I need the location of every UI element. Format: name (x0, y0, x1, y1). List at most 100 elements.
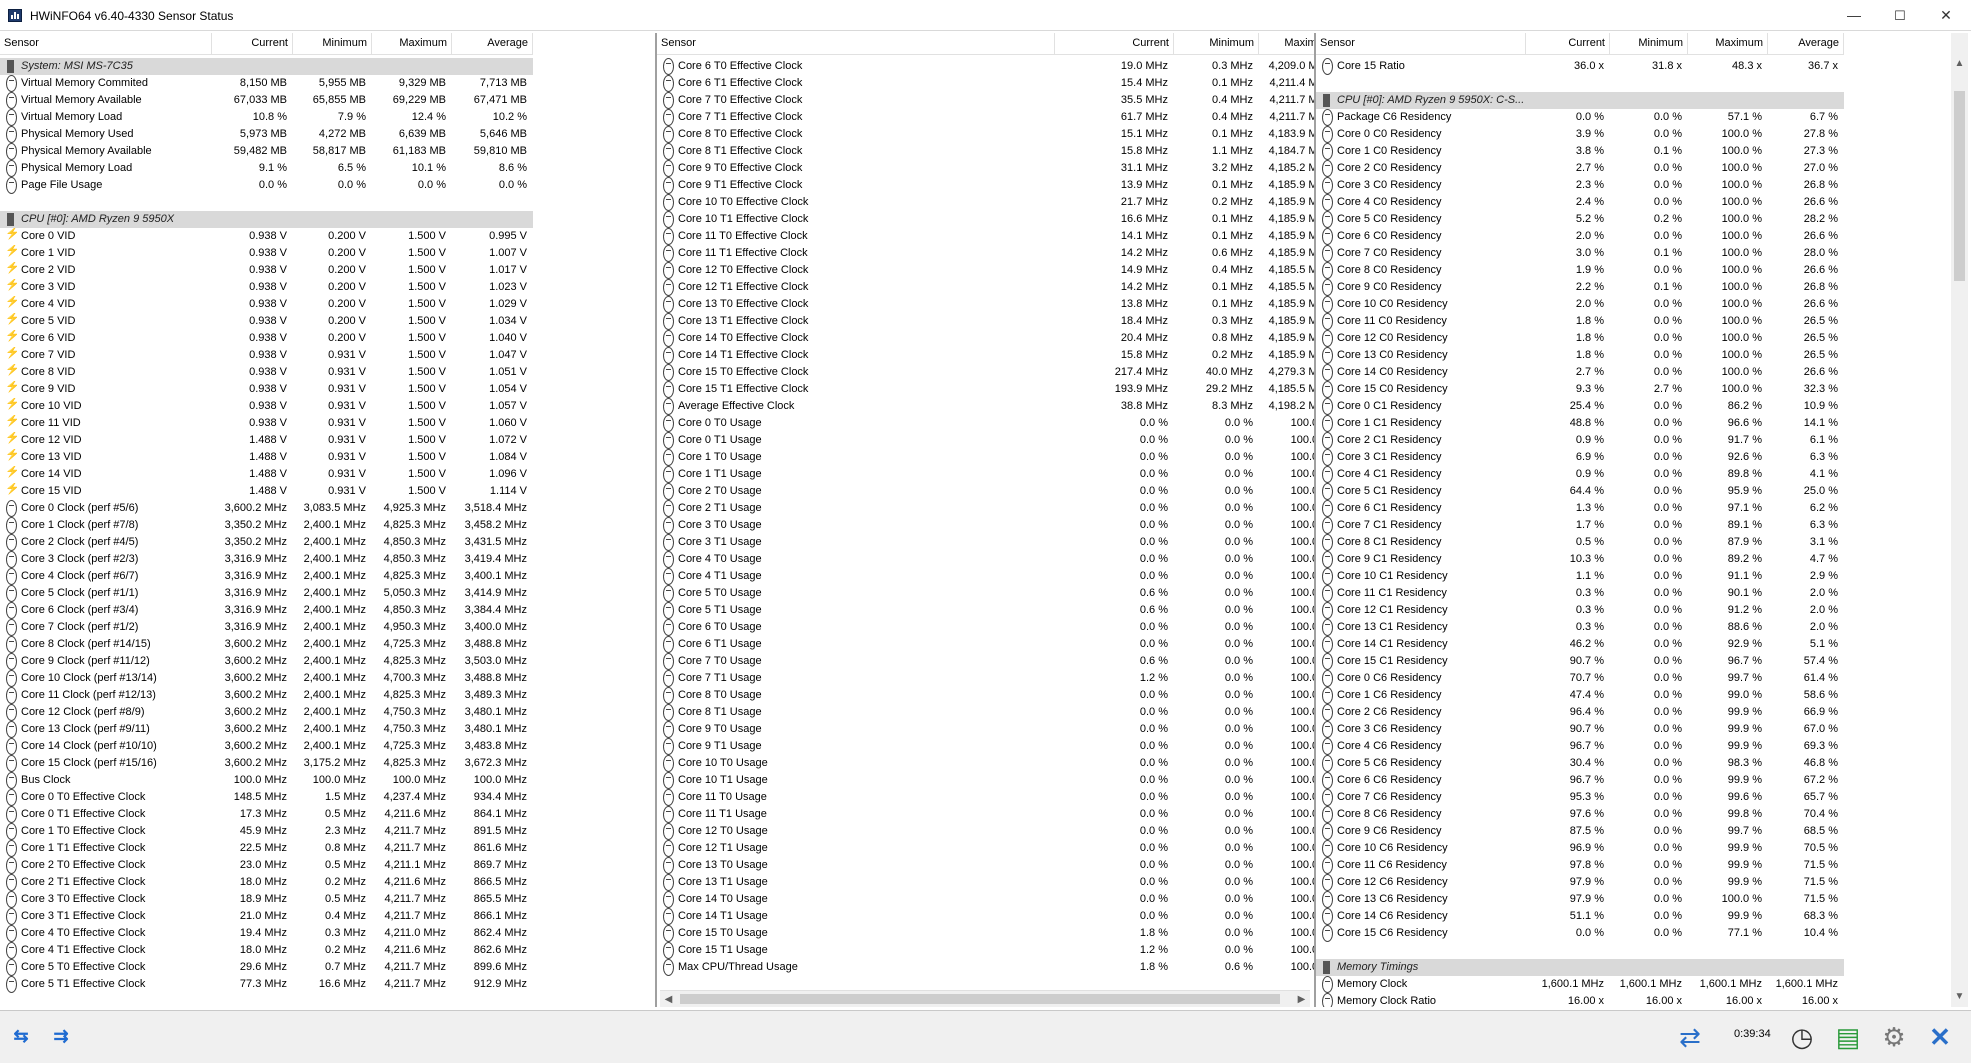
sensor-row[interactable]: Core 9 T1 Effective Clock 13.9 MHz 0.1 MHz… (657, 177, 1314, 194)
sensor-row[interactable]: Core 0 C6 Residency 70.7 % 0.0 % 99.7 % 61.4… (1316, 670, 1844, 687)
sensor-row[interactable]: Core 2 VID 0.938 V 0.200 V 1.500 V 1.017 V (0, 262, 533, 279)
sensor-row[interactable]: Core 4 C0 Residency 2.4 % 0.0 % 100.0 % 26.6… (1316, 194, 1844, 211)
sensor-row[interactable]: Core 11 C1 Residency 0.3 % 0.0 % 90.1 % 2.0 … (1316, 585, 1844, 602)
sensor-row[interactable]: Core 13 T1 Usage0.0 %0.0 %100.0 %25. (657, 874, 1314, 891)
sensor-row[interactable]: Core 5 T0 Effective Clock 29.6 MHz 0.7 MHz… (0, 959, 533, 976)
sensor-row[interactable]: Core 15 C0 Residency 9.3 % 2.7 % 100.0 % 32.… (1316, 381, 1844, 398)
column-header-current[interactable]: Current (212, 33, 293, 54)
sensor-row[interactable]: Physical Memory Used 5,973 MB 4,272 MB 6,63… (0, 126, 533, 143)
scrollbar-thumb[interactable] (1954, 91, 1965, 281)
navigate-left-icon[interactable]: ⇆ (4, 1022, 38, 1050)
sensor-row[interactable]: Core 15 T0 Effective Clock 217.4 MHz 40.0 … (657, 364, 1314, 381)
sensor-row[interactable]: Core 14 Clock (perf #10/10) 3,600.2 MHz 2,… (0, 738, 533, 755)
column-header-maximum[interactable]: Maximum (1688, 33, 1768, 54)
sensor-row[interactable]: Core 10 Clock (perf #13/14) 3,600.2 MHz 2,… (0, 670, 533, 687)
sensor-row[interactable]: Core 6 C1 Residency 1.3 % 0.0 % 97.1 % 6.2 % (1316, 500, 1844, 517)
sensor-row[interactable]: Max CPU/Thread Usage1.8 %0.6 %100.0 %29. (657, 959, 1314, 976)
scroll-right-arrow-icon[interactable]: ▶ (1293, 991, 1310, 1008)
sensor-row[interactable]: Core 12 Clock (perf #8/9) 3,600.2 MHz 2,40… (0, 704, 533, 721)
sensor-row[interactable]: Core 9 C1 Residency 10.3 % 0.0 % 89.2 % 4.7 … (1316, 551, 1844, 568)
sensor-row[interactable]: Core 6 T1 Usage0.0 %0.0 %100.0 %25. (657, 636, 1314, 653)
sensor-row[interactable]: Core 3 C0 Residency 2.3 % 0.0 % 100.0 % 26.8… (1316, 177, 1844, 194)
sensor-row[interactable]: Physical Memory Load 9.1 % 6.5 % 10.1 % 8.6 … (0, 160, 533, 177)
sensor-row[interactable]: Core 11 T1 Usage0.0 %0.0 %100.0 %25. (657, 806, 1314, 823)
sensor-row[interactable]: Core 5 T1 Effective Clock 77.3 MHz 16.6 MH… (0, 976, 533, 993)
sensor-row[interactable]: Core 15 T1 Effective Clock 193.9 MHz 29.2 … (657, 381, 1314, 398)
sensor-row[interactable]: Core 12 VID 1.488 V 0.931 V 1.500 V 1.072 V (0, 432, 533, 449)
sensor-group-header[interactable]: Memory Timings (1316, 959, 1844, 976)
sensor-row[interactable]: Core 6 Clock (perf #3/4) 3,316.9 MHz 2,400… (0, 602, 533, 619)
sensor-row[interactable]: Core 4 T0 Effective Clock 19.4 MHz 0.3 MHz… (0, 925, 533, 942)
sensor-row[interactable]: Core 2 C1 Residency 0.9 % 0.0 % 91.7 % 6.1 % (1316, 432, 1844, 449)
sensor-row[interactable]: Core 2 T1 Usage0.0 %0.0 %100.0 %25. (657, 500, 1314, 517)
sensor-row[interactable]: Core 4 C6 Residency 96.7 % 0.0 % 99.9 % 69.3… (1316, 738, 1844, 755)
sensor-row[interactable]: Core 15 C1 Residency 90.7 % 0.0 % 96.7 % 57.… (1316, 653, 1844, 670)
sensor-row[interactable]: Core 0 T0 Usage0.0 %0.0 %100.0 %26. (657, 415, 1314, 432)
sensor-row[interactable]: Core 10 C0 Residency 2.0 % 0.0 % 100.0 % 26.… (1316, 296, 1844, 313)
sensor-row[interactable]: Average Effective Clock 38.8 MHz 8.3 MHz 4,… (657, 398, 1314, 415)
sensor-row[interactable]: Core 13 C1 Residency 0.3 % 0.0 % 88.6 % 2.0 … (1316, 619, 1844, 636)
sensor-row[interactable]: Core 8 C6 Residency 97.6 % 0.0 % 99.8 % 70.4… (1316, 806, 1844, 823)
sensor-row[interactable]: Core 1 C0 Residency 3.8 % 0.1 % 100.0 % 27.3… (1316, 143, 1844, 160)
sensor-row[interactable]: Core 15 Clock (perf #15/16) 3,600.2 MHz 3,… (0, 755, 533, 772)
sensor-row[interactable]: Core 15 T0 Usage1.8 %0.0 %100.0 %27. (657, 925, 1314, 942)
sensor-row[interactable]: Core 11 VID 0.938 V 0.931 V 1.500 V 1.060 V (0, 415, 533, 432)
sensor-row[interactable]: Core 10 VID 0.938 V 0.931 V 1.500 V 1.057 V (0, 398, 533, 415)
sensor-row[interactable]: Core 3 C6 Residency 90.7 % 0.0 % 99.9 % 67.0… (1316, 721, 1844, 738)
sensor-row[interactable]: Core 7 C6 Residency 95.3 % 0.0 % 99.6 % 65.7… (1316, 789, 1844, 806)
sensor-row[interactable]: Core 11 T0 Usage0.0 %0.0 %100.0 %25. (657, 789, 1314, 806)
sensor-row[interactable]: Core 4 VID 0.938 V 0.200 V 1.500 V 1.029 V (0, 296, 533, 313)
sensor-row[interactable]: Core 7 T0 Usage0.6 %0.0 %100.0 %26. (657, 653, 1314, 670)
sensor-row[interactable]: Core 3 T0 Effective Clock 18.9 MHz 0.5 MHz… (0, 891, 533, 908)
sensor-row[interactable]: Core 0 C1 Residency 25.4 % 0.0 % 86.2 % 10.9… (1316, 398, 1844, 415)
sensor-row[interactable]: Core 12 C6 Residency 97.9 % 0.0 % 99.9 % 71.… (1316, 874, 1844, 891)
sensor-row[interactable]: Core 10 T1 Effective Clock 16.6 MHz 0.1 MH… (657, 211, 1314, 228)
column-header-average[interactable]: Average (452, 33, 533, 54)
sensor-row[interactable]: Core 12 T1 Usage0.0 %0.0 %100.0 %25. (657, 840, 1314, 857)
sensor-row[interactable]: Core 6 VID 0.938 V 0.200 V 1.500 V 1.040 V (0, 330, 533, 347)
sensor-row[interactable]: Core 9 T0 Usage0.0 %0.0 %100.0 %26. (657, 721, 1314, 738)
sensor-row[interactable]: Package C6 Residency 0.0 % 0.0 % 57.1 % 6.7 … (1316, 109, 1844, 126)
sensor-row[interactable]: Core 4 Clock (perf #6/7) 3,316.9 MHz 2,400… (0, 568, 533, 585)
sensor-row[interactable]: Core 13 T0 Effective Clock 13.8 MHz 0.1 MH… (657, 296, 1314, 313)
sensor-row[interactable]: Core 10 C6 Residency 96.9 % 0.0 % 99.9 % 70.… (1316, 840, 1844, 857)
column-header-sensor[interactable]: Sensor (657, 33, 1055, 54)
sensor-row[interactable]: Core 5 VID 0.938 V 0.200 V 1.500 V 1.034 V (0, 313, 533, 330)
sensor-row[interactable]: Core 5 C6 Residency 30.4 % 0.0 % 98.3 % 46.8… (1316, 755, 1844, 772)
sensor-row[interactable]: Core 1 T1 Usage0.0 %0.0 %100.0 %25. (657, 466, 1314, 483)
sensor-row[interactable]: Virtual Memory Available 67,033 MB 65,855 … (0, 92, 533, 109)
sensor-row[interactable]: Core 1 Clock (perf #7/8) 3,350.2 MHz 2,400… (0, 517, 533, 534)
sensor-row[interactable]: Core 12 C1 Residency 0.3 % 0.0 % 91.2 % 2.0 … (1316, 602, 1844, 619)
column-header-sensor[interactable]: Sensor (0, 33, 212, 54)
sensor-row[interactable]: Core 14 T1 Effective Clock 15.8 MHz 0.2 MH… (657, 347, 1314, 364)
sensor-row[interactable]: Core 8 VID 0.938 V 0.931 V 1.500 V 1.051 V (0, 364, 533, 381)
column-header-minimum[interactable]: Minimum (1174, 33, 1259, 54)
sensor-row[interactable]: Core 5 C0 Residency 5.2 % 0.2 % 100.0 % 28.2… (1316, 211, 1844, 228)
minimize-button[interactable]: — (1831, 0, 1877, 31)
sensor-row[interactable]: Core 3 VID 0.938 V 0.200 V 1.500 V 1.023 V (0, 279, 533, 296)
sensor-row[interactable]: Core 8 T0 Effective Clock 15.1 MHz 0.1 MHz… (657, 126, 1314, 143)
maximize-button[interactable]: ☐ (1877, 0, 1923, 31)
sensor-row[interactable]: Core 7 C1 Residency 1.7 % 0.0 % 89.1 % 6.3 % (1316, 517, 1844, 534)
sensor-row[interactable]: Core 4 T0 Usage0.0 %0.0 %100.0 %25. (657, 551, 1314, 568)
sensor-row[interactable]: Core 8 T1 Usage0.0 %0.0 %100.0 %25. (657, 704, 1314, 721)
sensor-row[interactable]: Core 2 T0 Usage0.0 %0.0 %100.0 %26. (657, 483, 1314, 500)
sensor-row[interactable]: Bus Clock 100.0 MHz 100.0 MHz 100.0 MHz 100.… (0, 772, 533, 789)
scroll-left-arrow-icon[interactable]: ◀ (660, 991, 677, 1008)
sensor-row[interactable]: Virtual Memory Load 10.8 % 7.9 % 12.4 % 10.2… (0, 109, 533, 126)
sensor-row[interactable]: Core 8 T0 Usage0.0 %0.0 %100.0 %25. (657, 687, 1314, 704)
sensor-row[interactable]: Core 1 C1 Residency 48.8 % 0.0 % 96.6 % 14.1… (1316, 415, 1844, 432)
sensor-row[interactable]: Core 9 T1 Usage0.0 %0.0 %100.0 %25. (657, 738, 1314, 755)
scrollbar-thumb[interactable] (680, 994, 1280, 1004)
close-x-icon[interactable]: ✕ (1920, 1017, 1960, 1057)
sensor-row[interactable]: Core 13 T1 Effective Clock 18.4 MHz 0.3 MH… (657, 313, 1314, 330)
column-header-minimum[interactable]: Minimum (1610, 33, 1688, 54)
sensor-row[interactable]: Core 1 T0 Usage0.0 %0.0 %100.0 %26. (657, 449, 1314, 466)
sensor-row[interactable]: Page File Usage 0.0 % 0.0 % 0.0 % 0.0 % (0, 177, 533, 194)
sensor-row[interactable]: Core 12 T0 Usage0.0 %0.0 %100.0 %25. (657, 823, 1314, 840)
sensor-row[interactable]: Core 14 C6 Residency 51.1 % 0.0 % 99.9 % 68.… (1316, 908, 1844, 925)
sensor-row[interactable]: Core 0 VID 0.938 V 0.200 V 1.500 V 0.995 V (0, 228, 533, 245)
sensor-row[interactable]: Core 5 C1 Residency 64.4 % 0.0 % 95.9 % 25.0… (1316, 483, 1844, 500)
sensor-row[interactable]: Core 0 T1 Usage0.0 %0.0 %100.0 %25. (657, 432, 1314, 449)
sensor-row[interactable]: Core 1 T1 Effective Clock 22.5 MHz 0.8 MHz… (0, 840, 533, 857)
